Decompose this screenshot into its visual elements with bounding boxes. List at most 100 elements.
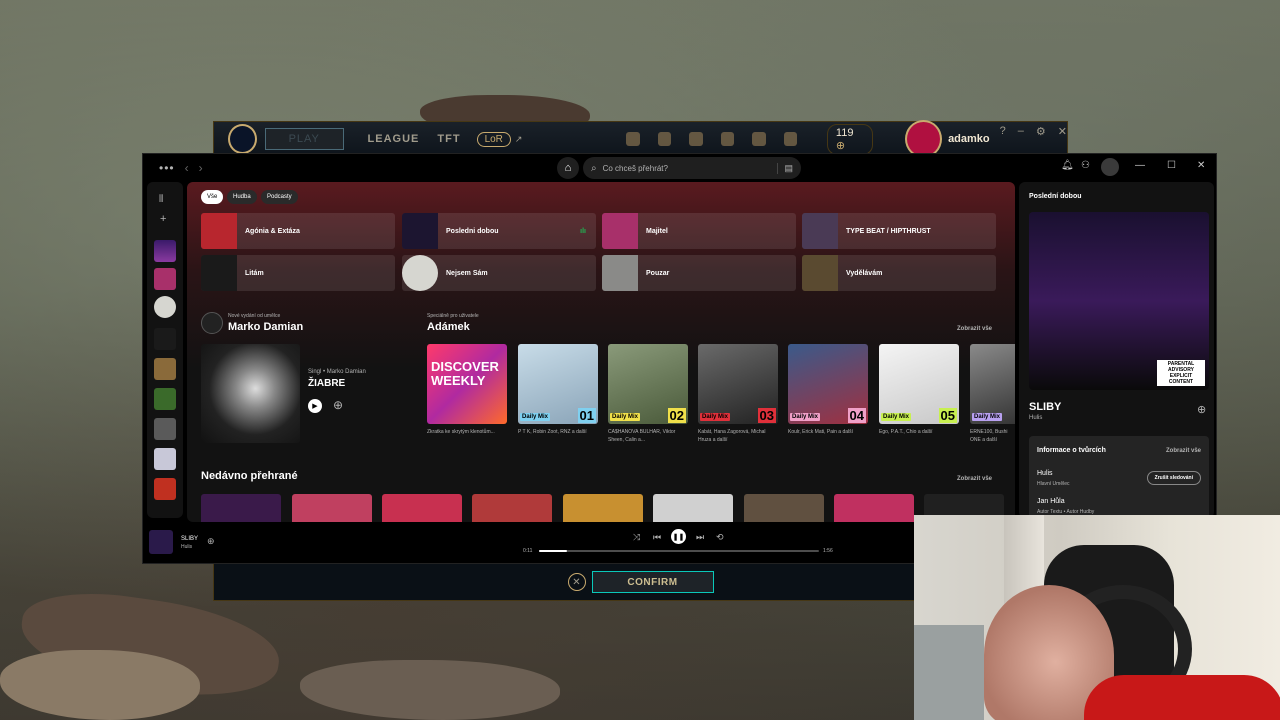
release-title[interactable]: ŽIABRE xyxy=(308,378,345,389)
recent-item[interactable] xyxy=(744,494,824,522)
recently-played-title[interactable]: Nedávno přehrané xyxy=(201,470,298,482)
filter-podcasts[interactable]: Podcasty xyxy=(261,190,298,204)
quick-tile[interactable]: Litám xyxy=(201,255,395,291)
profile-icon[interactable] xyxy=(657,132,672,146)
avatar[interactable] xyxy=(1101,158,1119,176)
library-item[interactable] xyxy=(154,478,176,500)
daily-mix-number: 02 xyxy=(667,408,686,423)
see-all-link[interactable]: Zobrazit vše xyxy=(957,476,992,482)
library-item[interactable] xyxy=(154,418,176,440)
library-icon[interactable]: ⫴ xyxy=(159,194,163,205)
back-arrow-icon[interactable]: ‹ xyxy=(185,161,189,175)
card-subtitle: ERNE100, Bushi ONE a další xyxy=(970,429,1008,443)
artist-avatar[interactable] xyxy=(201,312,223,334)
home-button[interactable]: ⌂ xyxy=(557,157,579,179)
clash-icon[interactable] xyxy=(626,132,640,146)
credit-name[interactable]: Hulis xyxy=(1037,470,1053,477)
browse-icon[interactable]: ▤ xyxy=(777,162,793,174)
playlist-card[interactable]: Daily Mix 04 Koulr, Erick Mati, Pain a d… xyxy=(788,344,868,437)
library-item[interactable] xyxy=(154,328,176,350)
release-cover[interactable] xyxy=(201,344,300,443)
help-icon[interactable]: ? xyxy=(1000,125,1006,137)
rp-balance[interactable]: 119 ⊕ xyxy=(826,123,874,155)
quick-tile[interactable]: Vydělávám xyxy=(802,255,996,291)
total-time: 1:56 xyxy=(823,548,833,554)
release-artist[interactable]: Marko Damian xyxy=(228,321,303,333)
pause-button[interactable]: ❚❚ xyxy=(671,529,686,544)
nav-tft[interactable]: TFT xyxy=(437,133,460,145)
minimize-icon[interactable]: – xyxy=(1018,125,1024,137)
library-item[interactable] xyxy=(154,240,176,262)
minimize-icon[interactable]: — xyxy=(1135,160,1145,171)
store-icon[interactable] xyxy=(783,132,797,146)
quick-tile[interactable]: Majitel xyxy=(602,213,796,249)
add-to-library-icon[interactable]: ⊕ xyxy=(333,398,343,412)
filter-music[interactable]: Hudba xyxy=(227,190,257,204)
confirm-button[interactable]: CONFIRM xyxy=(591,571,714,593)
crafting-icon[interactable] xyxy=(752,132,766,146)
notifications-icon[interactable]: 🔔︎ xyxy=(1061,160,1074,171)
play-button[interactable]: ▶ xyxy=(308,399,322,413)
see-all-link[interactable]: Zobrazit vše xyxy=(957,326,992,332)
forward-arrow-icon[interactable]: › xyxy=(199,161,203,175)
playlist-card[interactable]: Daily Mix 02 CA$HANOVA BULHAR, Viktor Sh… xyxy=(608,344,688,444)
recent-item[interactable] xyxy=(382,494,462,522)
library-item[interactable] xyxy=(154,296,176,318)
recent-item[interactable] xyxy=(292,494,372,522)
player-cover[interactable] xyxy=(149,530,173,554)
playlist-card[interactable]: Daily Mix 01 P T K, Robin Zoot, RNZ a da… xyxy=(518,344,598,437)
repeat-icon[interactable]: ⟲ xyxy=(716,532,724,543)
player-artist[interactable]: Hulis xyxy=(181,544,192,550)
now-playing-cover[interactable]: PARENTAL ADVISORY EXPLICIT CONTENT xyxy=(1029,212,1209,390)
library-item[interactable] xyxy=(154,388,176,410)
collection-icon[interactable] xyxy=(689,132,703,146)
playlist-card[interactable]: Daily Mix 03 Kabát, Hana Zagorová, Micha… xyxy=(698,344,778,444)
playlist-card[interactable]: Daily Mix 05 Ego, P.A.T., Chio a další xyxy=(879,344,959,437)
now-playing-song[interactable]: SLIBY xyxy=(1029,401,1061,413)
recent-item[interactable] xyxy=(834,494,914,522)
menu-dots-icon[interactable]: ••• xyxy=(159,161,175,175)
library-item[interactable] xyxy=(154,448,176,470)
nav-lor[interactable]: LoR xyxy=(476,131,511,147)
progress-bar[interactable] xyxy=(539,550,819,552)
made-for-title[interactable]: Adámek xyxy=(427,321,470,333)
quick-tile[interactable]: Agónia & Extáza xyxy=(201,213,395,249)
elapsed-time: 0:11 xyxy=(523,548,533,554)
play-button[interactable]: PLAY xyxy=(264,128,344,150)
playlist-card[interactable]: DISCOVER WEEKLY Zkratka ke skrytým kleno… xyxy=(427,344,507,437)
add-icon[interactable]: + xyxy=(160,213,166,225)
add-to-library-icon[interactable]: ⊕ xyxy=(207,536,215,547)
settings-icon[interactable]: ⚙ xyxy=(1036,125,1046,138)
credits-see-all[interactable]: Zobrazit vše xyxy=(1166,448,1201,454)
tile-label: Agónia & Extáza xyxy=(245,227,300,235)
cancel-button[interactable]: ✕ xyxy=(567,573,586,591)
release-small-label: Nové vydání od umělce xyxy=(228,313,281,319)
now-playing-artist[interactable]: Hulis xyxy=(1029,415,1042,421)
credit-name[interactable]: Jan Hůla xyxy=(1037,498,1065,505)
friends-icon[interactable]: ⚇ xyxy=(1081,160,1090,171)
unfollow-button[interactable]: Zrušit sledování xyxy=(1146,471,1201,485)
close-icon[interactable]: ✕ xyxy=(1197,160,1205,171)
add-to-library-icon[interactable]: ⊕ xyxy=(1197,403,1206,416)
playlist-card[interactable]: Daily Mix ERNE100, Bushi ONE a další xyxy=(970,344,1015,444)
recent-item[interactable] xyxy=(472,494,552,522)
previous-icon[interactable]: ⏮ xyxy=(653,532,661,543)
close-icon[interactable]: ✕ xyxy=(1058,125,1067,138)
recent-item[interactable] xyxy=(653,494,733,522)
recent-item[interactable] xyxy=(201,494,281,522)
library-item[interactable] xyxy=(154,268,176,290)
quick-tile[interactable]: Pouzar xyxy=(602,255,796,291)
loot-icon[interactable] xyxy=(720,132,735,146)
quick-tile[interactable]: Nejsem Sám xyxy=(402,255,596,291)
quick-tile[interactable]: Posledni dobou ılı xyxy=(402,213,596,249)
recent-item[interactable] xyxy=(563,494,643,522)
nav-league[interactable]: LEAGUE xyxy=(368,133,420,145)
library-item[interactable] xyxy=(154,358,176,380)
quick-tile[interactable]: TYPE BEAT / HIPTHRUST xyxy=(802,213,996,249)
maximize-icon[interactable]: ☐ xyxy=(1167,160,1176,171)
player-song[interactable]: SLIBY xyxy=(181,536,198,542)
search-input[interactable]: ⌕ Co chceš přehrát? ▤ xyxy=(583,157,801,179)
filter-all[interactable]: Vše xyxy=(201,190,224,204)
next-icon[interactable]: ⏭ xyxy=(696,532,704,543)
shuffle-icon[interactable]: ⤨ xyxy=(633,532,640,543)
